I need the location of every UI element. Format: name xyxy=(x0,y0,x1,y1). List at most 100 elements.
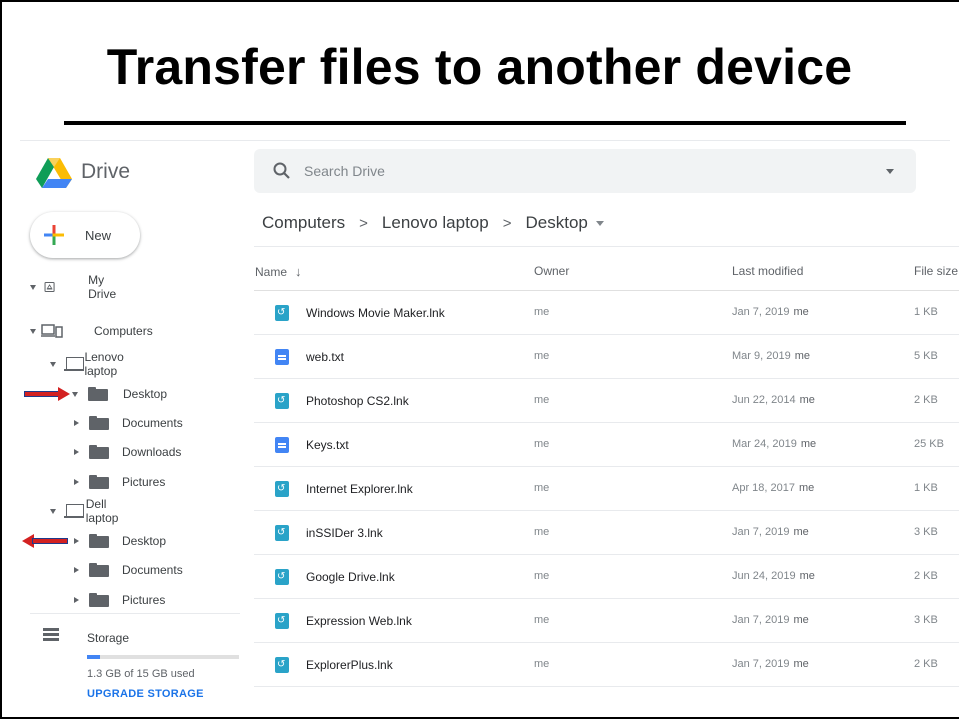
column-header-owner: Owner xyxy=(534,264,570,278)
file-name: Internet Explorer.lnk xyxy=(306,482,413,496)
file-last-modified: Jan 7, 2019 me xyxy=(732,306,809,318)
expand-caret-icon[interactable] xyxy=(74,420,79,426)
sidebar-item-label: Documents xyxy=(122,416,183,430)
computers-icon xyxy=(41,324,63,338)
table-row[interactable]: Expression Web.lnkmeJan 7, 2019me3 KB xyxy=(254,599,959,643)
modified-by: me xyxy=(793,614,809,626)
storage-label: Storage xyxy=(87,631,130,645)
expand-caret-icon[interactable] xyxy=(74,597,79,603)
folder-icon xyxy=(89,593,109,607)
file-size: 2 KB xyxy=(914,570,938,582)
new-button[interactable]: New xyxy=(30,212,140,258)
sidebar-item-label: Desktop xyxy=(123,387,168,401)
sidebar-item-label: Pictures xyxy=(122,475,166,489)
table-row[interactable]: Photoshop CS2.lnkmeJun 22, 2014me2 KB xyxy=(254,379,959,423)
sidebar-item-lenovo-downloads[interactable]: Downloads xyxy=(74,441,181,463)
my-drive-icon xyxy=(44,281,55,293)
sidebar-item-label: Desktop xyxy=(122,534,167,548)
file-owner: me xyxy=(534,658,550,670)
table-row[interactable]: Windows Movie Maker.lnkmeJan 7, 2019me1 … xyxy=(254,291,959,335)
breadcrumb-item-computers[interactable]: Computers xyxy=(262,213,345,233)
sidebar-item-dell-laptop[interactable]: Dell laptop xyxy=(50,497,125,525)
expand-caret-icon[interactable] xyxy=(72,391,78,397)
modified-date: Apr 18, 2017 xyxy=(732,482,795,494)
file-last-modified: Jan 7, 2019 me xyxy=(732,614,809,626)
sidebar-item-lenovo-desktop[interactable]: Desktop xyxy=(72,383,167,405)
upgrade-storage-link[interactable]: UPGRADE STORAGE xyxy=(87,688,204,700)
table-row[interactable]: Internet Explorer.lnk me Apr 18, 2017 me 1 K… xyxy=(254,467,959,511)
new-button-label: New xyxy=(85,228,112,243)
file-last-modified: Jan 7, 2019 me xyxy=(732,526,809,538)
expand-caret-icon[interactable] xyxy=(50,508,56,514)
column-header-file-size: File size xyxy=(914,264,959,278)
expand-caret-icon[interactable] xyxy=(74,567,79,573)
sidebar-divider xyxy=(30,613,240,614)
sidebar-item-dell-documents[interactable]: Documents xyxy=(74,559,183,581)
modified-by: me xyxy=(793,526,809,538)
file-size: 1 KB xyxy=(914,306,938,318)
folder-icon xyxy=(89,445,109,459)
table-row[interactable]: ExplorerPlus.lnkmeJan 7, 2019me2 KB xyxy=(254,643,959,687)
table-row[interactable]: Google Drive.lnkmeJun 24, 2019me2 KB xyxy=(254,555,959,599)
expand-caret-icon[interactable] xyxy=(50,361,56,367)
search-input[interactable] xyxy=(304,159,864,183)
file-name: Windows Movie Maker.lnk xyxy=(306,306,445,320)
file-last-modified: Mar 24, 2019 me xyxy=(732,438,816,450)
sidebar-item-label: Downloads xyxy=(122,445,182,459)
table-row[interactable]: Keys.txt me Mar 24, 2019 me 25 KB xyxy=(254,423,959,467)
expand-caret-icon[interactable] xyxy=(30,284,36,290)
search-bar[interactable] xyxy=(254,149,916,193)
expand-caret-icon[interactable] xyxy=(30,328,36,334)
column-header-last-modified: Last modified xyxy=(732,264,804,278)
modified-by: me xyxy=(793,306,809,318)
sidebar-item-lenovo-laptop[interactable]: Lenovo laptop xyxy=(50,350,131,378)
modified-date: Mar 9, 2019 xyxy=(732,350,791,362)
modified-by: me xyxy=(799,394,815,406)
table-row[interactable]: inSSIDer 3.lnkmeJan 7, 2019me3 KB xyxy=(254,511,959,555)
sidebar-item-dell-desktop[interactable]: Desktop xyxy=(74,530,166,552)
modified-date: Mar 24, 2019 xyxy=(732,438,797,450)
breadcrumb-item-lenovo-laptop[interactable]: Lenovo laptop xyxy=(382,213,489,233)
file-last-modified: Apr 18, 2017 me xyxy=(732,482,814,494)
file-name: web.txt xyxy=(306,350,345,364)
expand-caret-icon[interactable] xyxy=(74,538,79,544)
sidebar-item-dell-pictures[interactable]: Pictures xyxy=(74,589,165,611)
file-name: Google Drive.lnk xyxy=(306,570,395,584)
file-owner: me xyxy=(534,394,550,406)
slide-title: Transfer files to another device xyxy=(106,39,853,95)
column-header-label: Name xyxy=(255,265,288,279)
shortcut-icon xyxy=(275,569,289,585)
breadcrumb-item-desktop[interactable]: Desktop xyxy=(526,213,588,233)
modified-by: me xyxy=(799,482,815,494)
sidebar-item-computers[interactable]: Computers xyxy=(30,320,153,342)
plus-icon xyxy=(44,225,64,245)
column-header-name[interactable]: Name ↓ xyxy=(255,264,302,279)
sort-arrow-down-icon[interactable]: ↓ xyxy=(295,264,302,279)
header-divider xyxy=(20,140,950,141)
file-last-modified: Jan 7, 2019 me xyxy=(732,658,809,670)
file-owner: me xyxy=(534,614,550,626)
title-underline xyxy=(64,121,906,125)
search-options-caret-icon[interactable] xyxy=(886,169,894,174)
shortcut-icon xyxy=(275,613,289,629)
modified-by: me xyxy=(799,570,815,582)
expand-caret-icon[interactable] xyxy=(74,479,79,485)
sidebar-item-label: Dell laptop xyxy=(85,497,119,525)
sidebar-item-my-drive[interactable]: My Drive xyxy=(30,273,121,301)
file-name: inSSIDer 3.lnk xyxy=(306,526,383,540)
file-size: 2 KB xyxy=(914,658,938,670)
file-size: 3 KB xyxy=(914,614,938,626)
file-owner: me xyxy=(534,482,550,494)
sidebar-item-label: Pictures xyxy=(122,593,166,607)
chevron-down-icon[interactable] xyxy=(595,220,604,226)
sidebar-item-lenovo-documents[interactable]: Documents xyxy=(74,412,183,434)
search-icon[interactable] xyxy=(272,161,292,181)
file-name: Keys.txt xyxy=(306,438,349,452)
table-row[interactable]: web.txt me Mar 9, 2019 me 5 KB xyxy=(254,335,959,379)
file-last-modified: Jun 22, 2014 me xyxy=(732,394,815,406)
sidebar-item-lenovo-pictures[interactable]: Pictures xyxy=(74,471,165,493)
modified-by: me xyxy=(794,350,810,362)
shortcut-icon xyxy=(275,525,289,541)
file-owner: me xyxy=(534,306,550,318)
expand-caret-icon[interactable] xyxy=(74,449,79,455)
